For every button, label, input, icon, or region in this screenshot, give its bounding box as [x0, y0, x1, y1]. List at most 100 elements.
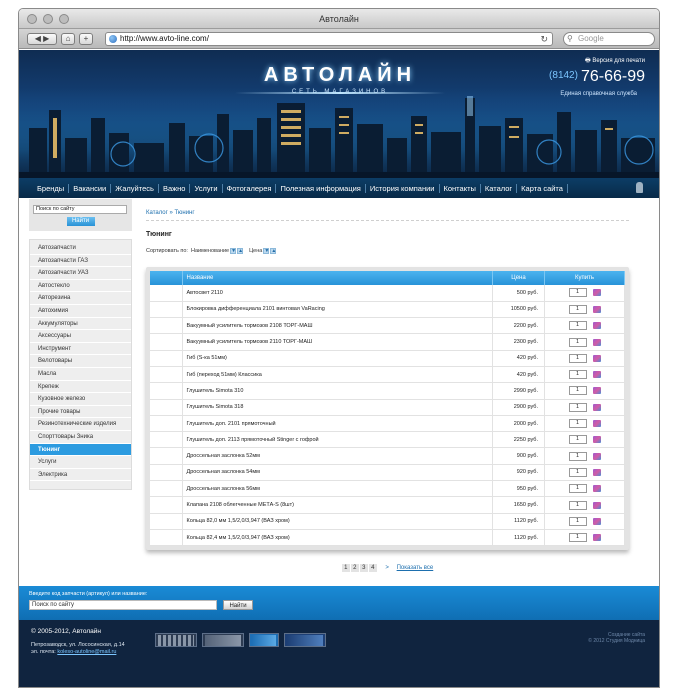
quantity-input[interactable]: 1: [568, 500, 587, 510]
footer-search-input[interactable]: Поиск по сайту: [29, 600, 217, 610]
back-forward-buttons[interactable]: ◀ ▶: [27, 33, 57, 45]
quantity-input[interactable]: 1: [568, 516, 587, 526]
product-name[interactable]: Глушитель Simota 318: [182, 399, 493, 416]
category-item[interactable]: Прочие товары: [30, 406, 131, 419]
quantity-input[interactable]: 1: [568, 484, 587, 494]
category-item[interactable]: Автозапчасти: [30, 242, 131, 255]
footer-search-button[interactable]: Найти: [223, 600, 253, 610]
show-all-link[interactable]: Показать все: [397, 565, 434, 571]
studio-credit[interactable]: Создание сайта © 2012 Студия Модница: [588, 632, 645, 644]
product-name[interactable]: Автосвет 2110: [182, 285, 493, 302]
category-item[interactable]: Инструмент: [30, 343, 131, 356]
category-item[interactable]: Услуги: [30, 456, 131, 469]
add-to-cart-icon[interactable]: [592, 322, 601, 330]
quantity-input[interactable]: 1: [568, 533, 587, 543]
page-link[interactable]: 4: [368, 564, 377, 573]
product-name[interactable]: Кольца 82,4 мм 1,5/2,0/3,947 (ВАЗ хром): [182, 529, 493, 547]
add-to-cart-icon[interactable]: [592, 452, 601, 460]
weather-badge[interactable]: [284, 633, 326, 647]
page-link[interactable]: 3: [359, 564, 368, 573]
add-to-cart-icon[interactable]: [592, 485, 601, 493]
add-bookmark-icon[interactable]: +: [79, 33, 93, 45]
sidebar-search-button[interactable]: Найти: [66, 217, 95, 226]
nav-item-catalog[interactable]: Каталог: [481, 183, 518, 193]
category-item[interactable]: Резинотехнические изделия: [30, 418, 131, 431]
sort-name-desc-icon[interactable]: ▼: [230, 248, 237, 254]
category-item[interactable]: Автозапчасти УАЗ: [30, 267, 131, 280]
product-name[interactable]: Вакуумный усилитель тормозов 2110 ТОРГ-М…: [182, 333, 493, 351]
add-to-cart-icon[interactable]: [592, 354, 601, 362]
add-to-cart-icon[interactable]: [592, 289, 601, 297]
page-link[interactable]: 1: [341, 564, 350, 573]
quantity-input[interactable]: 1: [568, 402, 587, 412]
quantity-input[interactable]: 1: [568, 353, 587, 363]
category-item[interactable]: Электрика: [30, 469, 131, 482]
close-window-icon[interactable]: [27, 14, 37, 24]
nav-item-brands[interactable]: Бренды: [33, 183, 70, 193]
email-link[interactable]: koleso-autoline@mail.ru: [57, 649, 116, 655]
reload-icon[interactable]: ↻: [540, 33, 548, 45]
quantity-input[interactable]: 1: [568, 451, 587, 461]
add-to-cart-icon[interactable]: [592, 534, 601, 542]
nav-item-services[interactable]: Услуги: [190, 183, 223, 193]
minimize-window-icon[interactable]: [43, 14, 53, 24]
add-to-cart-icon[interactable]: [592, 420, 601, 428]
category-item[interactable]: Автохимия: [30, 305, 131, 318]
address-bar[interactable]: http://www.avto-line.com/ ↻: [105, 32, 553, 46]
add-to-cart-icon[interactable]: [592, 436, 601, 444]
category-item[interactable]: Кузовное железо: [30, 393, 131, 406]
quantity-input[interactable]: 1: [568, 467, 587, 477]
nav-item-important[interactable]: Важно: [159, 183, 191, 193]
zoom-window-icon[interactable]: [59, 14, 69, 24]
product-name[interactable]: Дроссельная заслонка 56мм: [182, 480, 493, 498]
quantity-input[interactable]: 1: [568, 435, 587, 445]
add-to-cart-icon[interactable]: [592, 403, 601, 411]
sort-price-desc-icon[interactable]: ▼: [263, 248, 270, 254]
category-item[interactable]: Спорттовары Зника: [30, 431, 131, 444]
print-version-link[interactable]: 🖶 Версия для печати: [585, 56, 645, 66]
add-to-cart-icon[interactable]: [592, 305, 601, 313]
category-item[interactable]: Велотовары: [30, 355, 131, 368]
quantity-input[interactable]: 1: [568, 370, 587, 380]
nav-item-useful-info[interactable]: Полезная информация: [276, 183, 366, 193]
category-item[interactable]: Аккумуляторы: [30, 318, 131, 331]
openstat-badge[interactable]: [249, 633, 279, 647]
sort-price-asc-icon[interactable]: ▲: [270, 248, 277, 254]
nav-item-complaints[interactable]: Жалуйтесь: [111, 183, 159, 193]
category-item[interactable]: Автозапчасти ГАЗ: [30, 255, 131, 268]
product-name[interactable]: Гиб (переход 51мм) Классика: [182, 366, 493, 384]
next-page-link[interactable]: >: [385, 565, 389, 571]
browser-search-field[interactable]: ⚲ Google: [563, 32, 655, 46]
lock-icon[interactable]: [636, 182, 643, 193]
nav-item-gallery[interactable]: Фотогалерея: [223, 183, 277, 193]
nav-item-contacts[interactable]: Контакты: [440, 183, 481, 193]
product-name[interactable]: Дроссельная заслонка 54мм: [182, 464, 493, 482]
nav-item-vacancies[interactable]: Вакансии: [69, 183, 112, 193]
quantity-input[interactable]: 1: [568, 304, 587, 314]
add-to-cart-icon[interactable]: [592, 338, 601, 346]
quantity-input[interactable]: 1: [568, 337, 587, 347]
sort-name-asc-icon[interactable]: ▲: [237, 248, 244, 254]
counter-badge[interactable]: [155, 633, 197, 647]
product-name[interactable]: Гиб (S-ка 51мм): [182, 350, 493, 367]
add-to-cart-icon[interactable]: [592, 468, 601, 476]
sidebar-search-input[interactable]: Поиск по сайту: [33, 205, 127, 214]
add-to-cart-icon[interactable]: [592, 517, 601, 525]
category-item[interactable]: Аксессуары: [30, 330, 131, 343]
product-name[interactable]: Глушитель Simota 310: [182, 382, 493, 400]
quantity-input[interactable]: 1: [568, 419, 587, 429]
quantity-input[interactable]: 1: [568, 288, 587, 298]
add-to-cart-icon[interactable]: [592, 501, 601, 509]
product-name[interactable]: Кольца 82,0 мм 1,5/2,0/3,947 (ВАЗ хром): [182, 513, 493, 530]
add-to-cart-icon[interactable]: [592, 371, 601, 379]
product-name[interactable]: Глушитель доп. 2101 прямоточный: [182, 415, 493, 433]
product-name[interactable]: Клапана 2108 облегченные МЕТА-S (8шт): [182, 496, 493, 514]
category-item-active[interactable]: Тюнинг: [30, 443, 131, 457]
column-header-name[interactable]: Название: [182, 271, 493, 285]
quantity-input[interactable]: 1: [568, 386, 587, 396]
nav-item-sitemap[interactable]: Карта сайта: [517, 183, 568, 193]
product-name[interactable]: Дроссельная заслонка 52мм: [182, 447, 493, 465]
product-name[interactable]: Блокировка дифференциала 2101 винтовая V…: [182, 301, 493, 319]
rambler-badge[interactable]: [202, 633, 244, 647]
category-item[interactable]: Авторезина: [30, 292, 131, 305]
